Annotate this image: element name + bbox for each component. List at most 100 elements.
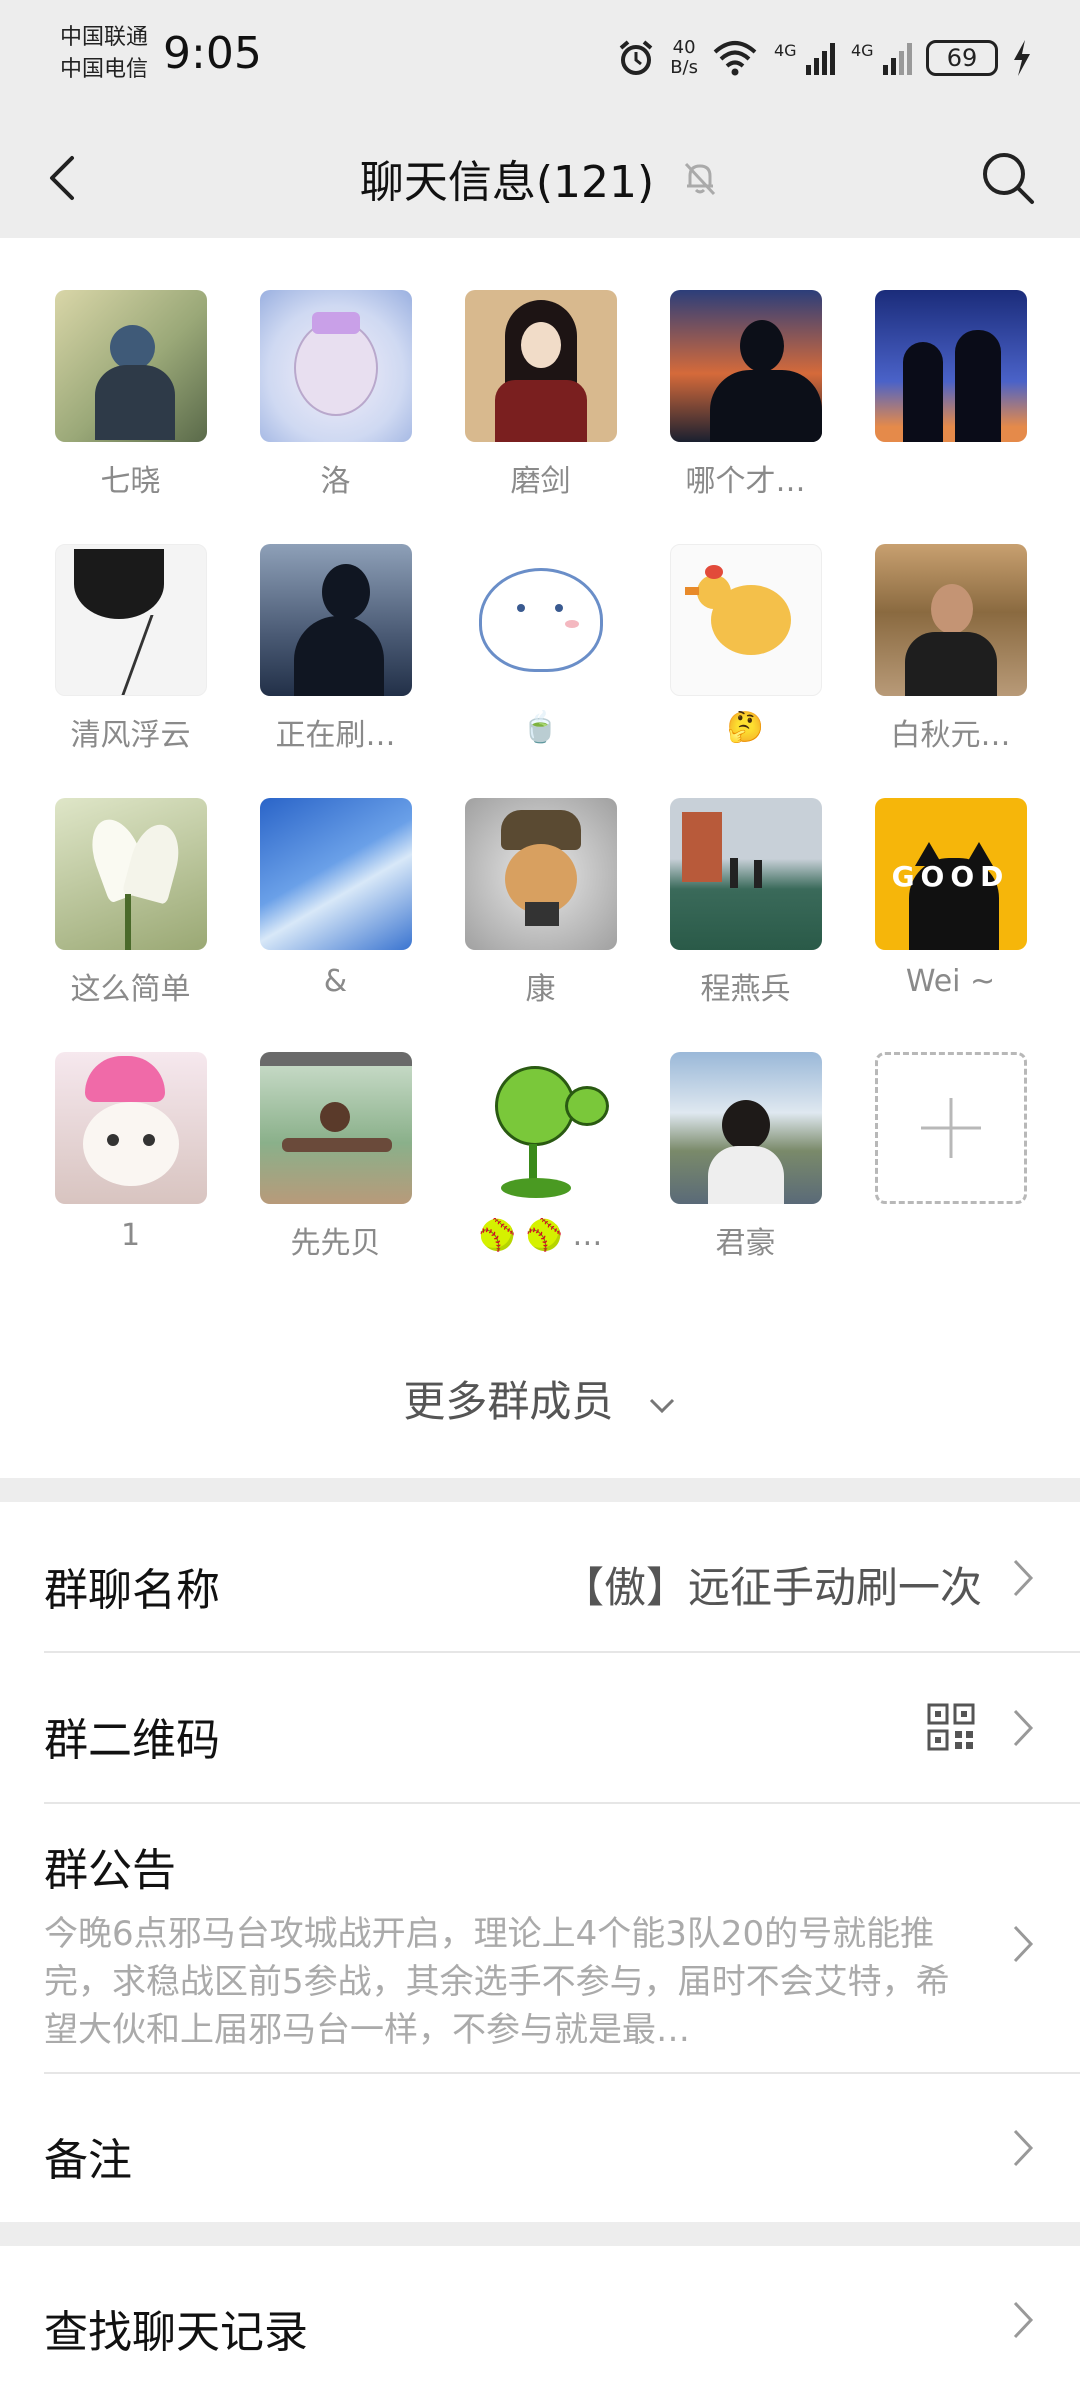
add-member-button[interactable]: [874, 1052, 1027, 1204]
signal-1-icon: 4G: [774, 41, 835, 75]
member-item[interactable]: &: [233, 798, 438, 1008]
page-title: 聊天信息(121): [0, 146, 1080, 210]
group-name-row[interactable]: 群聊名称 【傲】远征手动刷一次: [0, 1502, 1080, 1652]
avatar[interactable]: [54, 1052, 207, 1204]
remark-label: 备注: [44, 2135, 132, 2186]
member-item[interactable]: 七晓: [28, 290, 233, 500]
group-notice-row[interactable]: 群公告 今晚6点邪马台攻城战开启，理论上4个能3队20的号就能推完，求稳战区前5…: [0, 1804, 1080, 2072]
member-item[interactable]: 哪个才…: [643, 290, 848, 500]
member-name: 1: [120, 1218, 141, 1253]
member-name: 洛: [320, 464, 351, 499]
carrier-2: 中国电信: [60, 57, 149, 82]
net-speed-value: 40: [672, 37, 696, 58]
member-item[interactable]: [848, 290, 1053, 500]
avatar[interactable]: [259, 798, 412, 950]
group-notice-text: 今晚6点邪马台攻城战开启，理论上4个能3队20的号就能推完，求稳战区前5参战，其…: [44, 1914, 950, 2050]
member-item[interactable]: GOOD Wei ~: [848, 798, 1053, 1008]
member-item[interactable]: 🤔: [643, 544, 848, 754]
avatar[interactable]: [464, 544, 617, 696]
member-name: 先先贝: [290, 1226, 381, 1261]
member-name: 七晓: [100, 464, 161, 499]
member-item[interactable]: 先先贝: [233, 1052, 438, 1262]
more-members-label: 更多群成员: [403, 1377, 614, 1426]
signal-1-label: 4G: [774, 41, 797, 60]
member-name: 康: [525, 972, 556, 1007]
member-item[interactable]: 清风浮云: [28, 544, 233, 754]
member-name: 磨剑: [510, 464, 571, 499]
member-item[interactable]: 正在刷…: [233, 544, 438, 754]
member-name: Wei ~: [905, 964, 996, 999]
member-name: 哪个才…: [685, 464, 806, 499]
member-item[interactable]: 程燕兵: [643, 798, 848, 1008]
avatar[interactable]: [464, 798, 617, 950]
avatar[interactable]: [259, 1052, 412, 1204]
avatar[interactable]: [54, 798, 207, 950]
avatar[interactable]: [874, 290, 1027, 442]
members-card: 七晓 洛 磨剑 哪个才… 清风浮云 正在刷… 🍵 🤔 白秋元… 这么简单 & 康…: [0, 238, 1080, 1478]
avatar[interactable]: [259, 290, 412, 442]
avatar-text: GOOD: [891, 860, 1010, 893]
group-name-label: 群聊名称: [44, 1565, 220, 1616]
battery-indicator: 69: [926, 40, 998, 76]
member-name: 君豪: [715, 1226, 776, 1261]
avatar[interactable]: [464, 1052, 617, 1204]
alarm-icon: [619, 40, 653, 75]
carrier-info: 中国联通 中国电信: [60, 22, 148, 86]
search-icon[interactable]: [978, 148, 1038, 208]
avatar[interactable]: [669, 290, 822, 442]
member-item[interactable]: 君豪: [643, 1052, 848, 1262]
avatar[interactable]: [54, 290, 207, 442]
chevron-right-icon: [1013, 1709, 1034, 1747]
member-item[interactable]: 这么简单: [28, 798, 233, 1008]
group-name-value: 【傲】远征手动刷一次: [561, 1563, 982, 1612]
avatar[interactable]: [464, 290, 617, 442]
member-item[interactable]: 🍵: [438, 544, 643, 754]
avatar[interactable]: GOOD: [874, 798, 1027, 950]
avatar[interactable]: [669, 798, 822, 950]
net-speed-unit: B/s: [670, 57, 698, 78]
member-name: &: [323, 964, 348, 999]
avatar[interactable]: [259, 544, 412, 696]
qr-code-icon: [927, 1703, 975, 1751]
signal-2-icon: 4G: [851, 41, 912, 75]
member-item[interactable]: 1: [28, 1052, 233, 1262]
member-item[interactable]: 康: [438, 798, 643, 1008]
member-item[interactable]: 🥎 🥎 …: [438, 1052, 643, 1262]
chevron-down-icon: [649, 1398, 674, 1413]
member-name: 程燕兵: [700, 972, 791, 1007]
settings-card: 群聊名称 【傲】远征手动刷一次 群二维码 群公告 今晚6点邪马台攻城战开启，理论…: [0, 1502, 1080, 2222]
member-name: 正在刷…: [275, 718, 396, 753]
avatar[interactable]: [669, 544, 822, 696]
member-name: 这么简单: [70, 972, 191, 1007]
mute-bell-icon: [685, 162, 716, 196]
chevron-right-icon: [1013, 2301, 1034, 2339]
member-item[interactable]: 白秋元…: [848, 544, 1053, 754]
remark-row[interactable]: 备注: [0, 2074, 1080, 2222]
avatar[interactable]: [54, 544, 207, 696]
search-history-row[interactable]: 查找聊天记录: [0, 2246, 1080, 2388]
title-bar: 聊天信息(121): [0, 118, 1080, 238]
avatar[interactable]: [874, 544, 1027, 696]
chevron-right-icon: [1013, 1559, 1034, 1597]
add-member-item[interactable]: [848, 1052, 1053, 1262]
member-name: 🥎 🥎 …: [478, 1218, 603, 1253]
member-grid: 七晓 洛 磨剑 哪个才… 清风浮云 正在刷… 🍵 🤔 白秋元… 这么简单 & 康…: [28, 290, 1052, 1262]
search-history-label: 查找聊天记录: [44, 2307, 308, 2358]
member-name: 白秋元…: [890, 718, 1011, 753]
group-qr-row[interactable]: 群二维码: [0, 1652, 1080, 1802]
page-title-text: 聊天信息(121): [359, 157, 655, 208]
charging-icon: [1014, 40, 1030, 76]
member-item[interactable]: 洛: [233, 290, 438, 500]
member-name: 🤔: [726, 710, 765, 745]
chevron-right-icon: [1013, 2129, 1034, 2167]
signal-2-label: 4G: [851, 41, 874, 60]
member-item[interactable]: 磨剑: [438, 290, 643, 500]
avatar[interactable]: [669, 1052, 822, 1204]
carrier-1: 中国联通: [60, 25, 149, 50]
group-qr-label: 群二维码: [44, 1715, 220, 1766]
status-bar: 中国联通 中国电信 9:05 40 B/s 4G 4G 69: [0, 0, 1080, 118]
wifi-icon: [713, 41, 757, 76]
status-icons: 40 B/s 4G 4G 69: [616, 30, 1032, 86]
net-speed: 40 B/s: [670, 38, 698, 78]
more-members-button[interactable]: 更多群成员: [0, 1368, 1080, 1429]
